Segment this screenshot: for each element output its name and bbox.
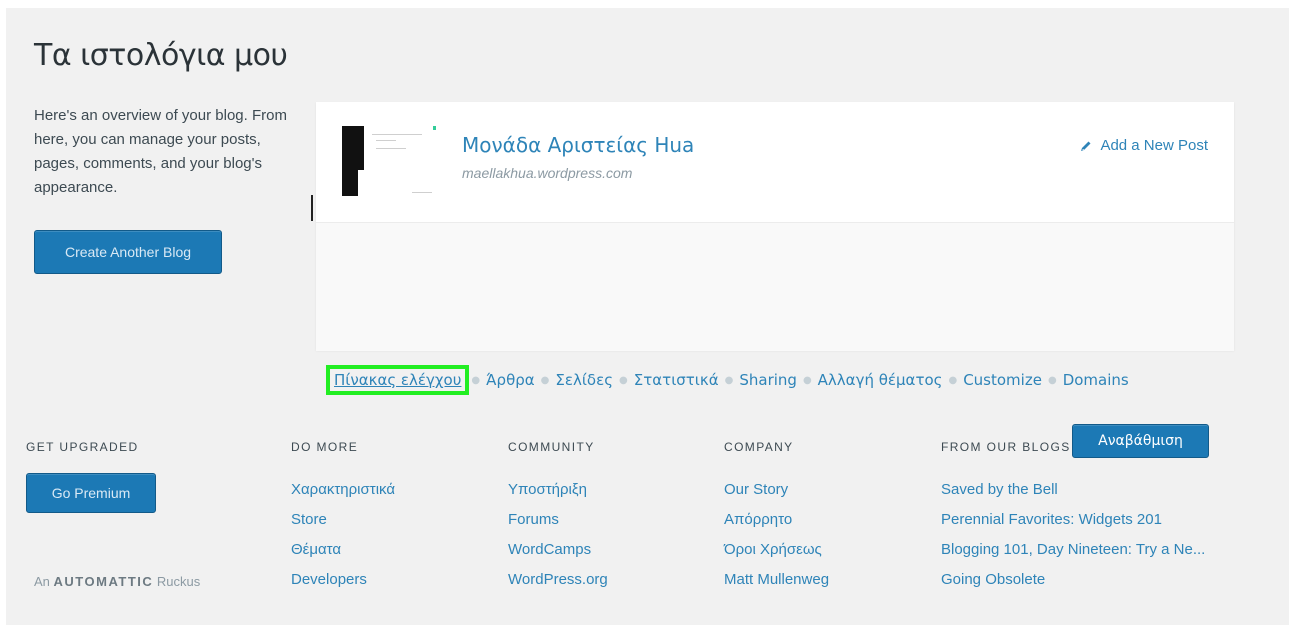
- blog-url: maellakhua.wordpress.com: [462, 165, 633, 181]
- footer-link-wordpress-org[interactable]: WordPress.org: [508, 569, 608, 599]
- footer-heading: COMMUNITY: [508, 440, 595, 454]
- footer-link-developers[interactable]: Developers: [291, 569, 395, 599]
- blog-card-actions: Πίνακας ελέγχου ● Άρθρα ● Σελίδες ● Στατ…: [316, 222, 1234, 458]
- footer-link-blog-post[interactable]: Perennial Favorites: Widgets 201: [941, 509, 1205, 539]
- nav-separator: ●: [619, 374, 628, 386]
- text-cursor-icon: [311, 195, 313, 221]
- nav-separator: ●: [802, 374, 812, 386]
- nav-separator: ●: [471, 374, 481, 386]
- blog-nav: Πίνακας ελέγχου ● Άρθρα ● Σελίδες ● Στατ…: [325, 365, 1129, 395]
- pencil-icon: [1081, 141, 1091, 151]
- footer-link-our-story[interactable]: Our Story: [724, 479, 829, 509]
- blog-thumbnail[interactable]: [342, 126, 436, 196]
- footer-link-blog-post[interactable]: Blogging 101, Day Nineteen: Try a Ne...: [941, 539, 1205, 569]
- footer-link-themes[interactable]: Θέματα: [291, 539, 395, 569]
- footer-link-matt-mullenweg[interactable]: Matt Mullenweg: [724, 569, 829, 599]
- nav-pages[interactable]: Σελίδες: [555, 371, 613, 389]
- nav-customize[interactable]: Customize: [963, 371, 1042, 389]
- footer-link-terms[interactable]: Όροι Χρήσεως: [724, 539, 829, 569]
- go-premium-button[interactable]: Go Premium: [26, 473, 156, 513]
- intro-text: Here's an overview of your blog. From he…: [34, 107, 287, 196]
- nav-separator: ●: [724, 374, 734, 386]
- footer-from-our-blogs: FROM OUR BLOGS Saved by the Bell Perenni…: [941, 440, 1205, 599]
- footer-link-privacy[interactable]: Απόρρητο: [724, 509, 829, 539]
- footer-do-more: DO MORE Χαρακτηριστικά Store Θέματα Deve…: [291, 440, 395, 599]
- footer-heading: DO MORE: [291, 440, 359, 454]
- create-another-blog-button[interactable]: Create Another Blog: [34, 230, 222, 274]
- automattic-suffix: Ruckus: [156, 574, 201, 589]
- footer-heading: COMPANY: [724, 440, 794, 454]
- nav-dashboard[interactable]: Πίνακας ελέγχου: [325, 365, 470, 395]
- nav-posts[interactable]: Άρθρα: [486, 371, 535, 389]
- automattic-prefix: An: [34, 574, 50, 589]
- nav-change-theme[interactable]: Αλλαγή θέματος: [818, 371, 943, 389]
- nav-sharing[interactable]: Sharing: [739, 371, 797, 389]
- footer-link-store[interactable]: Store: [291, 509, 395, 539]
- footer-heading: GET UPGRADED: [26, 440, 139, 454]
- footer-community: COMMUNITY Υποστήριξη Forums WordCamps Wo…: [508, 440, 608, 599]
- footer-link-blog-post[interactable]: Saved by the Bell: [941, 479, 1205, 509]
- nav-separator: ●: [1047, 374, 1057, 386]
- automattic-logo: AUTOMATTIC: [53, 574, 154, 589]
- nav-stats[interactable]: Στατιστικά: [634, 371, 719, 389]
- footer-link-blog-post[interactable]: Going Obsolete: [941, 569, 1205, 599]
- nav-separator: ●: [540, 374, 550, 386]
- footer-company: COMPANY Our Story Απόρρητο Όροι Χρήσεως …: [724, 440, 829, 599]
- nav-domains[interactable]: Domains: [1063, 371, 1129, 389]
- page-title: Τα ιστολόγια μου: [34, 38, 288, 73]
- footer-get-upgraded: GET UPGRADED Go Premium: [26, 440, 156, 513]
- footer-heading: FROM OUR BLOGS: [941, 440, 1071, 454]
- footer-link-support[interactable]: Υποστήριξη: [508, 479, 608, 509]
- page-background: Τα ιστολόγια μου Here's an overview of y…: [6, 8, 1289, 625]
- add-new-post-link[interactable]: Add a New Post: [1080, 137, 1208, 154]
- add-new-post-label: Add a New Post: [1100, 137, 1208, 154]
- footer-link-features[interactable]: Χαρακτηριστικά: [291, 479, 395, 509]
- footer-link-forums[interactable]: Forums: [508, 509, 608, 539]
- automattic-credit[interactable]: An AUTOMATTIC Ruckus: [34, 574, 200, 589]
- blog-name-link[interactable]: Μονάδα Αριστείας Hua: [462, 133, 694, 157]
- footer-link-wordcamps[interactable]: WordCamps: [508, 539, 608, 569]
- blog-card: Μονάδα Αριστείας Hua maellakhua.wordpres…: [316, 102, 1234, 458]
- nav-separator: ●: [948, 374, 958, 386]
